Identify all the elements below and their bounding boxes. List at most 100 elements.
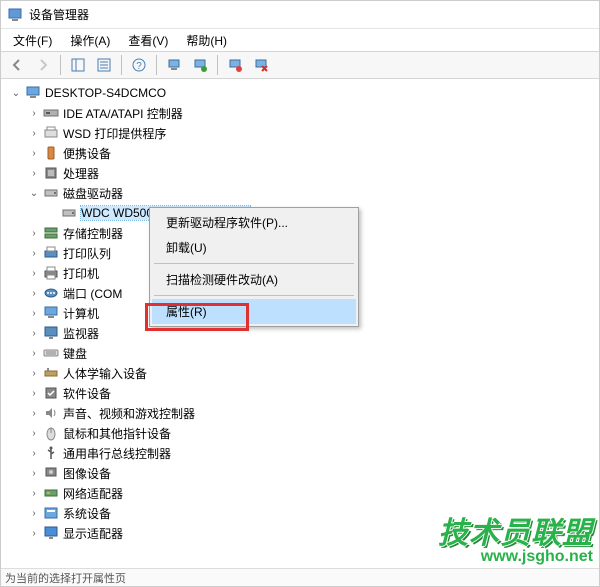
tree-category[interactable]: › IDE ATA/ATAPI 控制器 [25,103,599,123]
expand-icon[interactable]: › [27,246,41,260]
category-label: 存储控制器 [63,225,123,242]
disable-button[interactable] [249,53,273,77]
category-label: 软件设备 [63,385,111,402]
tree-category[interactable]: › 通用串行总线控制器 [25,443,599,463]
expand-icon[interactable]: › [27,126,41,140]
cm-properties[interactable]: 属性(R) [152,299,356,324]
expand-icon[interactable]: › [27,266,41,280]
expand-icon[interactable]: › [27,406,41,420]
toolbar: ? [1,51,599,79]
tree-category[interactable]: › 显示适配器 [25,523,599,543]
category-label: 监视器 [63,325,99,342]
computer-icon [25,85,41,101]
device-category-icon [43,465,59,481]
category-label: 磁盘驱动器 [63,185,123,202]
toolbar-separator [156,55,157,75]
tree-category[interactable]: › 声音、视频和游戏控制器 [25,403,599,423]
category-label: 打印队列 [63,245,111,262]
category-label: 显示适配器 [63,525,123,542]
category-label: 键盘 [63,345,87,362]
menu-help[interactable]: 帮助(H) [178,30,235,51]
forward-button[interactable] [31,53,55,77]
device-tree-pane: ⌄ DESKTOP-S4DCMCO › IDE ATA/ATAPI 控制器 › … [1,79,599,568]
root-label: DESKTOP-S4DCMCO [45,86,166,100]
expand-icon[interactable]: › [27,466,41,480]
disk-icon [61,205,77,221]
device-category-icon [43,265,59,281]
category-label: WSD 打印提供程序 [63,125,166,142]
tree-category[interactable]: › 键盘 [25,343,599,363]
cm-update-driver[interactable]: 更新驱动程序软件(P)... [152,210,356,235]
expand-icon[interactable]: › [27,106,41,120]
menu-view[interactable]: 查看(V) [120,30,176,51]
category-label: IDE ATA/ATAPI 控制器 [63,105,183,122]
toolbar-separator [121,55,122,75]
cm-separator [154,263,354,264]
category-label: 计算机 [63,305,99,322]
expand-icon[interactable]: › [27,166,41,180]
device-category-icon [43,485,59,501]
device-category-icon [43,405,59,421]
tree-category[interactable]: › WSD 打印提供程序 [25,123,599,143]
category-label: 系统设备 [63,505,111,522]
help-button[interactable]: ? [127,53,151,77]
device-category-icon [43,285,59,301]
expand-icon[interactable]: › [27,426,41,440]
collapse-icon[interactable]: ⌄ [9,86,23,100]
collapse-icon[interactable]: ⌄ [27,186,41,200]
category-label: 便携设备 [63,145,111,162]
menu-file[interactable]: 文件(F) [5,30,60,51]
expand-icon[interactable]: › [27,506,41,520]
device-category-icon [43,225,59,241]
uninstall-button[interactable] [223,53,247,77]
device-category-icon [43,445,59,461]
category-label: 通用串行总线控制器 [63,445,171,462]
app-icon [7,7,23,23]
menu-action[interactable]: 操作(A) [62,30,118,51]
expand-icon[interactable]: › [27,226,41,240]
svg-text:?: ? [136,61,142,72]
properties-button[interactable] [92,53,116,77]
update-driver-button[interactable] [188,53,212,77]
expand-icon[interactable]: › [27,446,41,460]
expand-icon[interactable]: › [27,146,41,160]
cm-uninstall[interactable]: 卸载(U) [152,235,356,260]
tree-category[interactable]: › 软件设备 [25,383,599,403]
tree-category[interactable]: › 图像设备 [25,463,599,483]
category-label: 打印机 [63,265,99,282]
device-category-icon [43,305,59,321]
tree-category[interactable]: › 人体学输入设备 [25,363,599,383]
tree-category[interactable]: › 鼠标和其他指针设备 [25,423,599,443]
cm-scan[interactable]: 扫描检测硬件改动(A) [152,267,356,292]
statusbar: 为当前的选择打开属性页 [1,568,599,586]
expand-icon[interactable]: › [27,306,41,320]
device-category-icon [43,385,59,401]
device-category-icon [43,505,59,521]
context-menu: 更新驱动程序软件(P)... 卸载(U) 扫描检测硬件改动(A) 属性(R) [149,207,359,327]
titlebar: 设备管理器 [1,1,599,29]
device-category-icon [43,105,59,121]
tree-category[interactable]: › 网络适配器 [25,483,599,503]
tree-category[interactable]: › 处理器 [25,163,599,183]
toolbar-separator [217,55,218,75]
expand-icon[interactable]: › [27,526,41,540]
menubar: 文件(F) 操作(A) 查看(V) 帮助(H) [1,29,599,51]
tree-category[interactable]: › 系统设备 [25,503,599,523]
device-category-icon [43,365,59,381]
back-button[interactable] [5,53,29,77]
category-label: 人体学输入设备 [63,365,147,382]
show-hide-tree-button[interactable] [66,53,90,77]
expand-icon[interactable]: › [27,326,41,340]
expand-icon[interactable]: › [27,486,41,500]
expand-icon[interactable]: › [27,346,41,360]
toolbar-separator [60,55,61,75]
spacer [45,206,59,220]
device-category-icon [43,525,59,541]
category-label: 处理器 [63,165,99,182]
scan-button[interactable] [162,53,186,77]
expand-icon[interactable]: › [27,286,41,300]
expand-icon[interactable]: › [27,366,41,380]
expand-icon[interactable]: › [27,386,41,400]
category-label: 网络适配器 [63,485,123,502]
tree-category[interactable]: › 便携设备 [25,143,599,163]
